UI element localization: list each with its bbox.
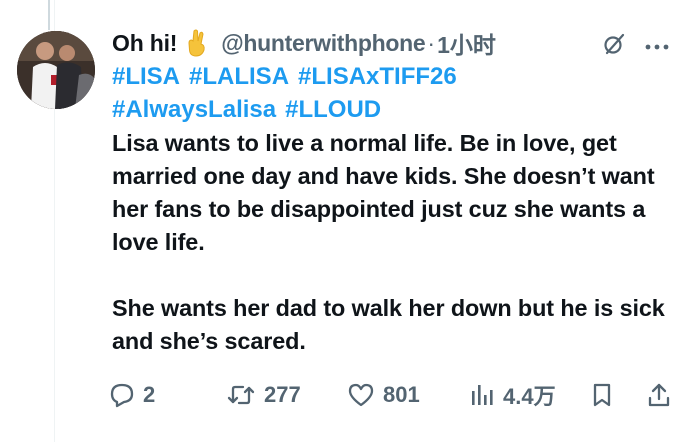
- display-name[interactable]: Oh hi!: [112, 30, 177, 57]
- user-handle[interactable]: @hunterwithphone: [221, 30, 425, 57]
- hashtag-link[interactable]: #LISA: [112, 63, 180, 90]
- reply-count: 2: [143, 382, 156, 407]
- tweet-actions-bar: 2 277 801 4.4万: [109, 378, 674, 412]
- grok-icon[interactable]: [602, 32, 626, 61]
- hashtag-line-1: #LISA #LALISA #LISAxTIFF26: [112, 60, 672, 93]
- bookmark-button[interactable]: [591, 382, 613, 408]
- tweet-paragraph: Lisa wants to live a normal life. Be in …: [112, 130, 655, 255]
- views-chart-icon: [472, 385, 493, 405]
- hashtag-link[interactable]: #AlwaysLalisa: [112, 96, 276, 123]
- share-icon: [648, 383, 670, 407]
- avatar[interactable]: [17, 31, 95, 109]
- avatar-photo: [17, 31, 95, 109]
- separator-dot: ·: [427, 29, 436, 56]
- reply-icon: [110, 383, 134, 408]
- crossed-fingers-icon: [185, 29, 209, 57]
- tweet-content: Oh hi! @hunterwithphone · 1小时 #LISA #LALI…: [112, 26, 672, 391]
- hashtag-line-2: #AlwaysLalisa #LLOUD: [112, 93, 672, 126]
- retweet-button[interactable]: 277: [226, 382, 301, 408]
- tweet-header: Oh hi! @hunterwithphone · 1小时: [112, 26, 672, 60]
- hashtag-list: #LISA #LALISA #LISAxTIFF26 #AlwaysLalisa #L…: [112, 60, 672, 126]
- hashtag-link[interactable]: #LISAxTIFF26: [298, 63, 457, 90]
- bookmark-icon: [593, 383, 611, 407]
- views-count: 4.4万: [503, 384, 556, 409]
- tweet-paragraph: She wants her dad to walk her down but h…: [112, 295, 665, 354]
- tweet-body: Lisa wants to live a normal life. Be in …: [112, 127, 672, 358]
- more-options-icon[interactable]: [644, 38, 670, 56]
- heart-icon: [348, 383, 374, 407]
- retweet-icon: [227, 385, 255, 405]
- thread-connector-line: [48, 0, 50, 30]
- like-count: 801: [383, 382, 420, 407]
- header-icons: [602, 32, 670, 61]
- like-button[interactable]: 801: [347, 382, 420, 408]
- share-button[interactable]: [647, 382, 671, 408]
- retweet-count: 277: [264, 382, 301, 407]
- hashtag-link[interactable]: #LLOUD: [285, 96, 381, 123]
- reply-button[interactable]: 2: [109, 382, 155, 408]
- hashtag-link[interactable]: #LALISA: [189, 63, 289, 90]
- timestamp[interactable]: 1小时: [437, 26, 496, 60]
- views-button[interactable]: 4.4万: [469, 379, 556, 411]
